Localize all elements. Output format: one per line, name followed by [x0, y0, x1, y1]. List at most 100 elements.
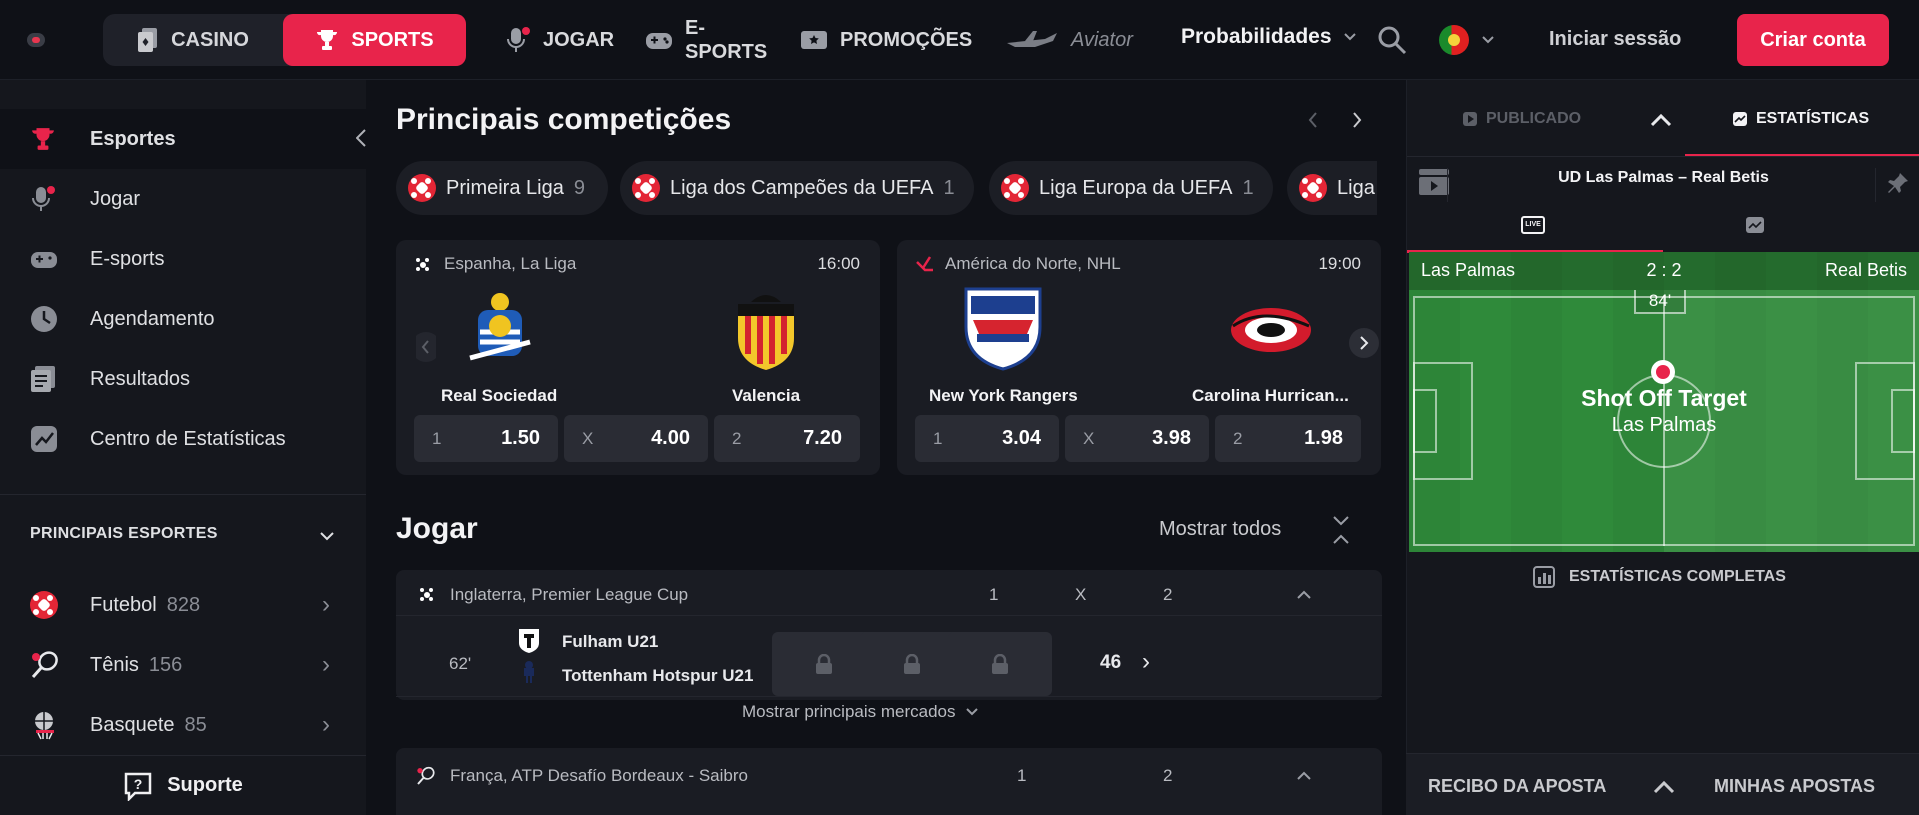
football-icon — [632, 174, 660, 202]
collapse-all-icon[interactable] — [1332, 515, 1350, 545]
search-icon[interactable] — [1377, 25, 1407, 55]
language-flag-icon[interactable] — [1439, 25, 1469, 55]
live-score: 2 : 2 — [1646, 260, 1682, 280]
odds-format-label: Probabilidades — [1181, 25, 1332, 48]
clock-icon — [31, 306, 57, 332]
chevron-up-icon[interactable] — [1297, 771, 1311, 780]
home-team[interactable]: Fulham U21 — [562, 632, 658, 652]
sidebar-item-stats-center[interactable]: Centro de Estatísticas — [0, 409, 366, 469]
carousel-next-icon[interactable] — [1352, 112, 1362, 128]
signup-button[interactable]: Criar conta — [1737, 14, 1889, 66]
sidebar-item-schedule[interactable]: Agendamento — [0, 289, 366, 349]
popular-sports-header[interactable]: PRINCIPAIS ESPORTES — [30, 525, 218, 543]
odds-button-home[interactable]: 1 1.50 — [414, 415, 558, 462]
fulham-crest-icon — [519, 629, 539, 653]
event-league: França, ATP Desafío Bordeaux - Saibro — [450, 766, 748, 785]
market-col-1: 1 — [1017, 766, 1027, 785]
odds-button-away[interactable]: 2 7.20 — [714, 415, 860, 462]
show-main-markets-toggle[interactable]: Mostrar principais mercados — [742, 702, 978, 722]
casino-label: CASINO — [171, 28, 249, 51]
odds-value: 3.04 — [1002, 427, 1041, 449]
odds-button-locked[interactable] — [948, 632, 1052, 696]
featured-match-card[interactable]: América do Norte, NHL 19:00 New York Ran… — [897, 240, 1381, 475]
away-team[interactable]: Tottenham Hotspur U21 — [562, 666, 753, 686]
chip-label: Liga — [1337, 176, 1375, 199]
logo[interactable] — [27, 33, 45, 47]
nav-esports[interactable]: E- SPORTS — [645, 14, 767, 66]
login-button[interactable]: Iniciar sessão — [1549, 28, 1681, 51]
expand-chevron-up-icon[interactable] — [1653, 780, 1675, 794]
live-view-tab[interactable]: LIVE — [1521, 216, 1545, 234]
stats-view-tab-icon[interactable] — [1745, 216, 1765, 234]
chevron-down-icon[interactable] — [320, 532, 334, 541]
away-team: Valencia — [732, 386, 801, 405]
nav-live[interactable]: JOGAR — [505, 14, 614, 66]
collapse-chevron-up-icon[interactable] — [1650, 113, 1672, 127]
odds-button-draw[interactable]: X 3.98 — [1065, 415, 1209, 462]
sports-label: SPORTS — [351, 28, 434, 51]
match-time: 16:00 — [817, 254, 860, 273]
support-label: Suporte — [167, 774, 243, 796]
chevron-right-icon[interactable]: › — [1142, 648, 1150, 676]
odds-key: 1 — [432, 429, 442, 448]
sidebar-sport-basketball[interactable]: Basquete 85 › — [0, 695, 366, 755]
featured-match-card[interactable]: Espanha, La Liga 16:00 Real Sociedad Val… — [396, 240, 880, 475]
support-button[interactable]: ? Suporte — [0, 755, 366, 815]
sport-count: 85 — [184, 713, 207, 736]
more-markets-count[interactable]: 46 — [1100, 652, 1121, 674]
odds-format-dropdown[interactable]: Probabilidades — [1181, 25, 1356, 49]
match-time: 19:00 — [1318, 254, 1361, 273]
sidebar-sport-football[interactable]: Futebol 828 › — [0, 575, 366, 635]
divider — [1407, 156, 1919, 157]
sidebar-sport-tennis[interactable]: Tênis 156 › — [0, 635, 366, 695]
competition-chip[interactable]: Liga — [1287, 161, 1377, 215]
sidebar-item-results[interactable]: Resultados — [0, 349, 366, 409]
svg-text:?: ? — [134, 776, 143, 792]
real-sociedad-crest-icon — [469, 293, 531, 361]
show-all-link[interactable]: Mostrar todos — [1159, 518, 1281, 541]
competition-chip[interactable]: Liga Europa da UEFA 1 — [989, 161, 1273, 215]
collapse-chevron-left-icon[interactable] — [356, 129, 366, 147]
my-bets-tab[interactable]: MINHAS APOSTAS — [1714, 776, 1875, 797]
chevron-up-icon[interactable] — [1297, 590, 1311, 599]
lock-icon — [904, 654, 920, 674]
valencia-crest-icon — [738, 295, 794, 370]
card-next-icon[interactable] — [1349, 328, 1379, 358]
tab-published[interactable]: PUBLICADO — [1462, 110, 1581, 128]
sidebar-item-esports[interactable]: E-sports — [0, 229, 366, 289]
bet-slip-tab[interactable]: RECIBO DA APOSTA — [1428, 776, 1606, 797]
event-team: Las Palmas — [1611, 414, 1717, 436]
show-main-markets-label: Mostrar principais mercados — [742, 702, 956, 721]
nav-aviator-label: Aviator — [1071, 28, 1133, 51]
nav-aviator[interactable]: Aviator — [1005, 14, 1133, 66]
sports-tab[interactable]: SPORTS — [283, 14, 466, 66]
trophy-icon — [317, 30, 338, 50]
competition-chip[interactable]: Primeira Liga 9 — [396, 161, 608, 215]
carolina-hurricanes-crest-icon — [1231, 308, 1311, 352]
market-col-x: X — [1075, 585, 1087, 604]
carousel-prev-icon[interactable] — [1308, 112, 1318, 128]
odds-value: 4.00 — [651, 427, 690, 449]
divider — [396, 615, 1382, 616]
odds-button-home[interactable]: 1 3.04 — [915, 415, 1059, 462]
popular-sports-title: PRINCIPAIS ESPORTES — [30, 525, 218, 542]
odds-key: 2 — [1233, 429, 1243, 448]
sidebar-item-sports[interactable]: Esportes — [0, 109, 366, 169]
new-york-rangers-crest-icon — [964, 287, 1042, 371]
language-chevron-down-icon[interactable] — [1482, 36, 1494, 44]
gift-ticket-icon — [801, 31, 827, 49]
casino-tab[interactable]: CASINO — [103, 14, 283, 66]
competition-chip[interactable]: Liga dos Campeões da UEFA 1 — [620, 161, 974, 215]
home-team: Real Sociedad — [441, 386, 558, 405]
card-prev-icon[interactable] — [416, 332, 436, 362]
pin-icon[interactable] — [1886, 171, 1910, 195]
full-statistics-button[interactable]: ESTATÍSTICAS COMPLETAS — [1533, 566, 1786, 588]
sidebar-item-label: Agendamento — [90, 307, 215, 330]
tab-statistics[interactable]: ESTATÍSTICAS — [1732, 110, 1869, 128]
odds-button-away[interactable]: 2 1.98 — [1215, 415, 1361, 462]
odds-button-draw[interactable]: X 4.00 — [564, 415, 708, 462]
nav-promotions[interactable]: PROMOÇÕES — [800, 14, 972, 66]
market-col-2: 2 — [1163, 585, 1173, 604]
event-type: Shot Off Target — [1581, 385, 1747, 411]
sidebar-item-live[interactable]: Jogar — [0, 169, 366, 229]
